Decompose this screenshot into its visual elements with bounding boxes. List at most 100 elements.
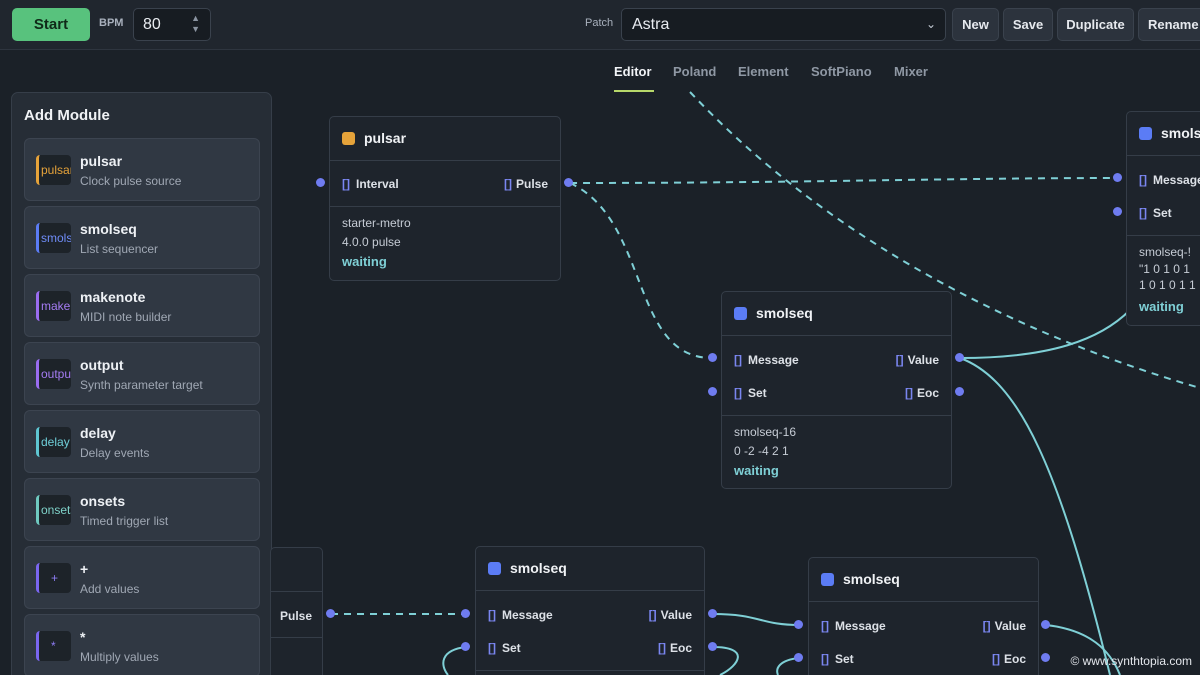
port-dot-message-in[interactable] <box>708 353 717 362</box>
node-partial-left[interactable]: Pulse <box>270 547 323 675</box>
node-pulsar[interactable]: pulsar [] Interval [] Pulse starter-metro … <box>329 116 561 281</box>
module-card-multiply[interactable]: * * Multiply values <box>24 614 260 675</box>
node-divider <box>1127 235 1200 236</box>
node-info-value: 4.0.0 pulse <box>342 235 401 249</box>
module-badge: smolseq <box>36 223 71 253</box>
port-message: [] Message <box>488 608 553 622</box>
port-set: [] Set <box>734 386 767 400</box>
node-status: waiting <box>1139 299 1184 314</box>
tab-element[interactable]: Element <box>738 64 789 79</box>
save-button[interactable]: Save <box>1003 8 1053 41</box>
bpm-input[interactable]: 80 ▲ ▼ <box>133 8 211 41</box>
module-card-add[interactable]: + + Add values <box>24 546 260 609</box>
node-smolseq-bottom-1[interactable]: smolseq [] Message [] Value [] Set [] Eoc <box>475 546 705 675</box>
port-dot-value-out[interactable] <box>708 609 717 618</box>
node-divider <box>722 415 951 416</box>
wire-pulsar-right <box>569 177 1118 184</box>
bracket-icon: [] <box>991 652 1000 666</box>
port-dot-set-in[interactable] <box>1113 207 1122 216</box>
port-dot-eoc-out[interactable] <box>708 642 717 651</box>
port-dot-message-in[interactable] <box>1113 173 1122 182</box>
module-card-smolseq[interactable]: smolseq smolseq List sequencer <box>24 206 260 269</box>
node-smolseq-bottom-2[interactable]: smolseq [] Message [] Value [] Set [] Eoc <box>808 557 1039 675</box>
node-title: smolseq <box>510 560 567 576</box>
node-title: pulsar <box>364 130 407 146</box>
node-info-name: smolseq-! <box>1139 245 1192 259</box>
port-dot-value-out[interactable] <box>1041 620 1050 629</box>
wire-bottom1-set <box>442 646 467 675</box>
port-dot-pulse-out[interactable] <box>564 178 573 187</box>
start-button[interactable]: Start <box>12 8 90 41</box>
node-smolseq-16[interactable]: smolseq [] Message [] Value [] Set [] Eoc sm… <box>721 291 952 489</box>
module-badge: pulsar <box>36 155 71 185</box>
module-card-pulsar[interactable]: pulsar pulsar Clock pulse source <box>24 138 260 201</box>
bracket-icon: [] <box>734 353 742 367</box>
node-header[interactable]: smols <box>1127 112 1200 156</box>
module-card-makenote[interactable]: makenote makenote MIDI note builder <box>24 274 260 337</box>
module-description: Synth parameter target <box>80 378 203 392</box>
node-status: waiting <box>734 463 779 478</box>
chevron-down-icon: ⌄ <box>925 17 936 31</box>
module-name: onsets <box>80 493 126 509</box>
module-badge: onsets <box>36 495 71 525</box>
port-dot-set-in[interactable] <box>794 653 803 662</box>
node-header[interactable] <box>271 548 322 592</box>
port-dot-eoc-out[interactable] <box>1041 653 1050 662</box>
node-type-icon <box>342 132 355 145</box>
node-info-value-cont: 1 0 1 0 1 1 <box>1139 278 1196 292</box>
node-header[interactable]: smolseq <box>809 558 1038 602</box>
bracket-icon: [] <box>821 619 829 633</box>
port-dot-message-in[interactable] <box>794 620 803 629</box>
port-set: [] Set <box>821 652 854 666</box>
tab-mixer[interactable]: Mixer <box>894 64 928 79</box>
module-description: Delay events <box>80 446 150 460</box>
node-header[interactable]: pulsar <box>330 117 560 161</box>
tab-editor[interactable]: Editor <box>614 64 652 79</box>
patch-select[interactable]: Astra ⌄ <box>621 8 946 41</box>
bracket-icon: [] <box>1139 206 1147 220</box>
port-dot-pulse-out[interactable] <box>326 609 335 618</box>
wire-pulsar-smolseq <box>569 182 713 359</box>
port-dot-value-out[interactable] <box>955 353 964 362</box>
module-badge: delay <box>36 427 71 457</box>
bracket-icon: [] <box>821 652 829 666</box>
module-badge: output <box>36 359 71 389</box>
module-description: Multiply values <box>80 650 159 664</box>
module-card-delay[interactable]: delay delay Delay events <box>24 410 260 473</box>
tab-poland[interactable]: Poland <box>673 64 716 79</box>
bracket-icon: [] <box>648 608 657 622</box>
node-title: smolseq <box>843 571 900 587</box>
patch-value: Astra <box>632 16 670 33</box>
bracket-icon: [] <box>488 641 496 655</box>
duplicate-button[interactable]: Duplicate <box>1057 8 1134 41</box>
node-header[interactable]: smolseq <box>476 547 704 591</box>
node-smolseq-right[interactable]: smols [] Message [] Set smolseq-! "1 0 1 0… <box>1126 111 1200 326</box>
port-pulse: [] Pulse <box>503 177 548 191</box>
bracket-icon: [] <box>982 619 991 633</box>
port-dot-message-in[interactable] <box>461 609 470 618</box>
port-dot-eoc-out[interactable] <box>955 387 964 396</box>
bracket-icon: [] <box>734 386 742 400</box>
bracket-icon: [] <box>657 641 666 655</box>
rename-button[interactable]: Rename <box>1138 8 1200 41</box>
port-dot-set-in[interactable] <box>708 387 717 396</box>
node-divider <box>330 206 560 207</box>
port-dot-set-in[interactable] <box>461 642 470 651</box>
bracket-icon: [] <box>895 353 904 367</box>
node-header[interactable]: smolseq <box>722 292 951 336</box>
node-title: smolseq <box>756 305 813 321</box>
node-type-icon <box>821 573 834 586</box>
tab-softpiano[interactable]: SoftPiano <box>811 64 872 79</box>
port-eoc: [] Eoc <box>904 386 939 400</box>
node-type-icon <box>1139 127 1152 140</box>
node-type-icon <box>488 562 501 575</box>
port-message: [] Message <box>821 619 886 633</box>
new-button[interactable]: New <box>952 8 999 41</box>
bpm-stepper-icon[interactable]: ▲ ▼ <box>191 13 200 35</box>
module-card-output[interactable]: output output Synth parameter target <box>24 342 260 405</box>
node-info-value: "1 0 1 0 1 <box>1139 262 1190 276</box>
module-description: Clock pulse source <box>80 174 182 188</box>
active-tab-indicator <box>614 90 654 92</box>
port-dot-interval-in[interactable] <box>316 178 325 187</box>
module-card-onsets[interactable]: onsets onsets Timed trigger list <box>24 478 260 541</box>
